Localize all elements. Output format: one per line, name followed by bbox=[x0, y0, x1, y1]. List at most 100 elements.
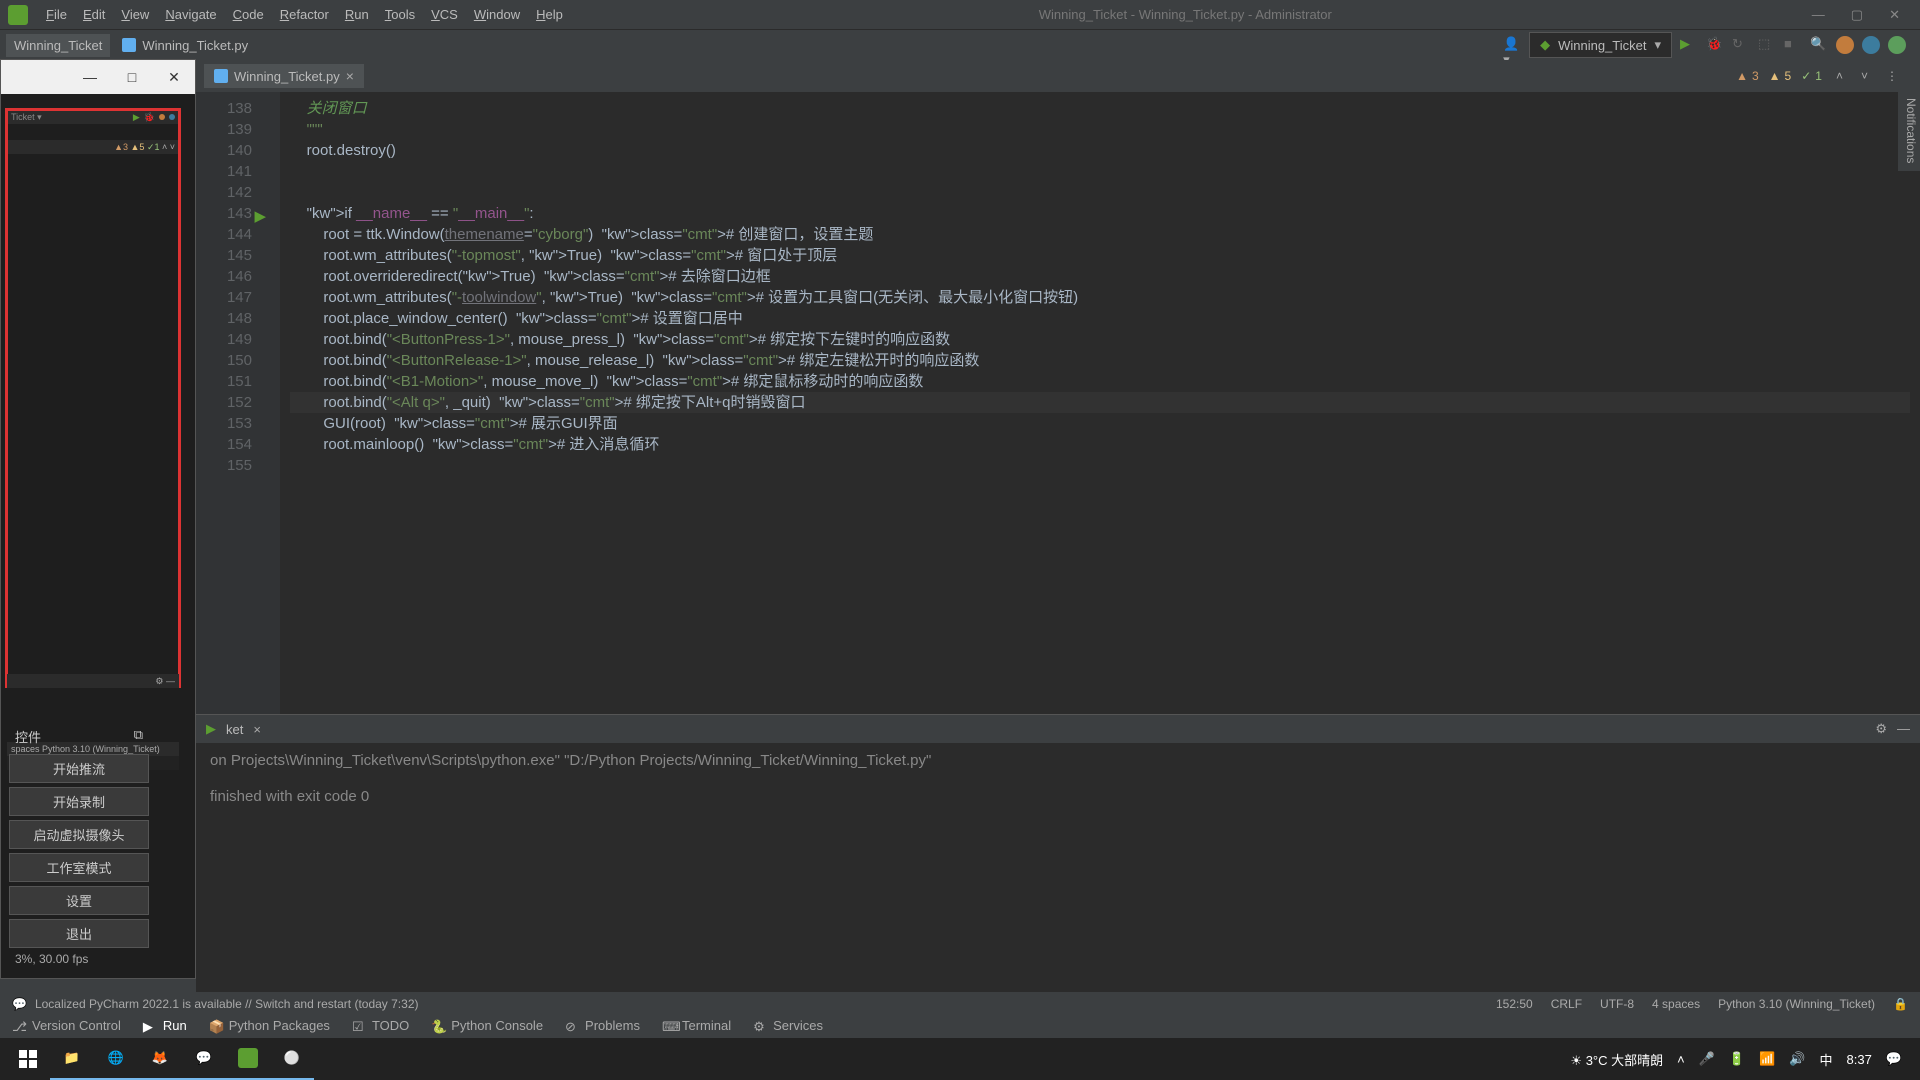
app-logo bbox=[8, 5, 28, 25]
warning-count: ▲ 5 bbox=[1769, 69, 1792, 83]
weather-widget[interactable]: ☀ 3°C 大部晴朗 bbox=[1570, 1050, 1663, 1069]
python-file-icon bbox=[122, 38, 136, 52]
status-pos[interactable]: 152:50 bbox=[1496, 997, 1533, 1011]
bottom-tab-terminal[interactable]: ⌨Terminal bbox=[662, 1018, 731, 1033]
menu-window[interactable]: Window bbox=[466, 3, 528, 26]
menu-navigate[interactable]: Navigate bbox=[157, 3, 224, 26]
overlay-popout-icon[interactable]: ⧉ bbox=[134, 727, 143, 746]
run-settings-icon[interactable]: ⚙ bbox=[1875, 721, 1887, 737]
tray-battery-icon[interactable]: 🔋 bbox=[1729, 1051, 1745, 1067]
status-notif-icon[interactable]: 💬 bbox=[12, 997, 27, 1011]
overlay-button[interactable]: 开始录制 bbox=[9, 787, 149, 816]
breadcrumb-file[interactable]: Winning_Ticket.py bbox=[114, 34, 256, 57]
user-add-icon[interactable]: 👤▾ bbox=[1503, 36, 1521, 54]
search-icon[interactable]: 🔍 bbox=[1810, 36, 1828, 54]
weak-warning-count: ✓ 1 bbox=[1801, 69, 1822, 83]
prev-highlight-icon[interactable]: ˄ bbox=[1832, 69, 1847, 83]
windows-taskbar[interactable]: 📁 🌐 🦊 💬 ⚪ ☀ 3°C 大部晴朗 ˄ 🎤 🔋 📶 🔊 中 8:37 💬 bbox=[0, 1038, 1920, 1080]
run-button[interactable]: ▶ bbox=[1680, 36, 1698, 54]
inspection-widget[interactable]: ▲ 3 ▲ 5 ✓ 1 ˄ ˅ ⋮ bbox=[1736, 69, 1912, 83]
run-rerun-icon[interactable]: ▶ bbox=[206, 721, 216, 737]
python-file-icon bbox=[214, 69, 228, 83]
overlay-close-button[interactable]: ✕ bbox=[167, 70, 181, 84]
bottom-tab-run[interactable]: ▶Run bbox=[143, 1018, 187, 1033]
editor-tab-active[interactable]: Winning_Ticket.py × bbox=[204, 64, 364, 88]
overlay-button[interactable]: 开始推流 bbox=[9, 754, 149, 783]
menu-help[interactable]: Help bbox=[528, 3, 571, 26]
notifications-stripe[interactable]: Notifications bbox=[1898, 90, 1920, 171]
tray-mic-icon[interactable]: 🎤 bbox=[1699, 1051, 1715, 1067]
run-config-selector[interactable]: ◆ Winning_Ticket ▾ bbox=[1529, 32, 1672, 58]
bottom-tab-problems[interactable]: ⊘Problems bbox=[565, 1018, 640, 1033]
bottom-tool-tabs: ⎇Version Control ▶Run 📦Python Packages ☑TOD… bbox=[0, 1012, 1920, 1038]
menu-refactor[interactable]: Refactor bbox=[272, 3, 337, 26]
status-eol[interactable]: CRLF bbox=[1551, 997, 1582, 1011]
menu-edit[interactable]: Edit bbox=[75, 3, 113, 26]
avatar-icon-2[interactable] bbox=[1862, 36, 1880, 54]
system-tray[interactable]: ☀ 3°C 大部晴朗 ˄ 🎤 🔋 📶 🔊 中 8:37 💬 bbox=[1570, 1050, 1914, 1069]
editor: Winning_Ticket.py × ▲ 3 ▲ 5 ✓ 1 ˄ ˅ ⋮ 13… bbox=[196, 60, 1920, 992]
status-bar: 💬 Localized PyCharm 2022.1 is available … bbox=[0, 992, 1920, 1015]
status-interpreter[interactable]: Python 3.10 (Winning_Ticket) bbox=[1718, 997, 1875, 1011]
status-message[interactable]: Localized PyCharm 2022.1 is available //… bbox=[35, 997, 419, 1011]
tray-volume-icon[interactable]: 🔊 bbox=[1789, 1051, 1805, 1067]
maximize-button[interactable]: ▢ bbox=[1839, 3, 1875, 27]
run-output[interactable]: on Projects\Winning_Ticket\venv\Scripts\… bbox=[196, 743, 1920, 992]
menu-file[interactable]: File bbox=[38, 3, 75, 26]
status-indent[interactable]: 4 spaces bbox=[1652, 997, 1700, 1011]
tray-chevron-icon[interactable]: ˄ bbox=[1677, 1052, 1685, 1067]
navigation-bar: Winning_Ticket Winning_Ticket.py 👤▾ ◆ Wi… bbox=[0, 30, 1920, 60]
run-tool-window: ▶ ket × ⚙ — on Projects\Winning_Ticket\v… bbox=[196, 714, 1920, 992]
bottom-tab-todo[interactable]: ☑TODO bbox=[352, 1018, 409, 1033]
minimize-button[interactable]: — bbox=[1800, 3, 1837, 26]
overlay-minimize-button[interactable]: — bbox=[83, 70, 97, 84]
run-hide-icon[interactable]: — bbox=[1897, 721, 1910, 737]
tray-clock[interactable]: 8:37 bbox=[1847, 1052, 1872, 1067]
menu-vcs[interactable]: VCS bbox=[423, 3, 466, 26]
capture-region-rect[interactable] bbox=[5, 108, 181, 688]
run-close-tab-icon[interactable]: × bbox=[253, 722, 261, 737]
profile-button[interactable]: ⬚ bbox=[1758, 36, 1776, 54]
close-button[interactable]: ✕ bbox=[1877, 3, 1912, 27]
avatar-icon-1[interactable] bbox=[1836, 36, 1854, 54]
overlay-titlebar[interactable]: — □ ✕ bbox=[1, 60, 195, 94]
bottom-tab-version-control[interactable]: ⎇Version Control bbox=[12, 1018, 121, 1033]
tab-close-icon[interactable]: × bbox=[346, 68, 354, 84]
status-enc[interactable]: UTF-8 bbox=[1600, 997, 1634, 1011]
window-title: Winning_Ticket - Winning_Ticket.py - Adm… bbox=[573, 7, 1798, 22]
more-icon[interactable]: ⋮ bbox=[1882, 69, 1902, 83]
menu-bar: FileEditViewNavigateCodeRefactorRunTools… bbox=[0, 0, 1920, 30]
tray-notifications-icon[interactable]: 💬 bbox=[1886, 1051, 1902, 1067]
taskbar-obs-icon[interactable]: ⚪ bbox=[270, 1038, 314, 1080]
bottom-tab-python-console[interactable]: 🐍Python Console bbox=[431, 1018, 543, 1033]
overlay-stats: 3%, 30.00 fps bbox=[9, 948, 149, 970]
taskbar-pycharm-icon[interactable] bbox=[226, 1038, 270, 1080]
debug-button[interactable]: 🐞 bbox=[1706, 36, 1724, 54]
bottom-tab-services[interactable]: ⚙Services bbox=[753, 1018, 823, 1033]
overlay-button[interactable]: 退出 bbox=[9, 919, 149, 948]
taskbar-explorer-icon[interactable]: 📁 bbox=[50, 1038, 94, 1080]
tiny-preview-settings-row: ⚙ — bbox=[7, 674, 179, 688]
coverage-button[interactable]: ↻ bbox=[1732, 36, 1750, 54]
menu-view[interactable]: View bbox=[113, 3, 157, 26]
menu-code[interactable]: Code bbox=[225, 3, 272, 26]
stop-button[interactable]: ■ bbox=[1784, 36, 1802, 54]
tray-wifi-icon[interactable]: 📶 bbox=[1759, 1051, 1775, 1067]
taskbar-firefox-icon[interactable]: 🦊 bbox=[138, 1038, 182, 1080]
overlay-button[interactable]: 启动虚拟摄像头 bbox=[9, 820, 149, 849]
bottom-tab-python-packages[interactable]: 📦Python Packages bbox=[209, 1018, 330, 1033]
taskbar-wechat-icon[interactable]: 💬 bbox=[182, 1038, 226, 1080]
avatar-icon-3[interactable] bbox=[1888, 36, 1906, 54]
run-config-name: ket bbox=[226, 722, 243, 737]
taskbar-chrome-icon[interactable]: 🌐 bbox=[94, 1038, 138, 1080]
overlay-button[interactable]: 设置 bbox=[9, 886, 149, 915]
overlay-button[interactable]: 工作室模式 bbox=[9, 853, 149, 882]
next-highlight-icon[interactable]: ˅ bbox=[1857, 69, 1872, 83]
breadcrumb-root[interactable]: Winning_Ticket bbox=[6, 34, 110, 57]
status-lock-icon[interactable]: 🔒 bbox=[1893, 997, 1908, 1011]
menu-tools[interactable]: Tools bbox=[377, 3, 423, 26]
tray-ime[interactable]: 中 bbox=[1819, 1050, 1832, 1069]
overlay-maximize-button[interactable]: □ bbox=[125, 70, 139, 84]
start-button[interactable] bbox=[6, 1038, 50, 1080]
menu-run[interactable]: Run bbox=[337, 3, 377, 26]
